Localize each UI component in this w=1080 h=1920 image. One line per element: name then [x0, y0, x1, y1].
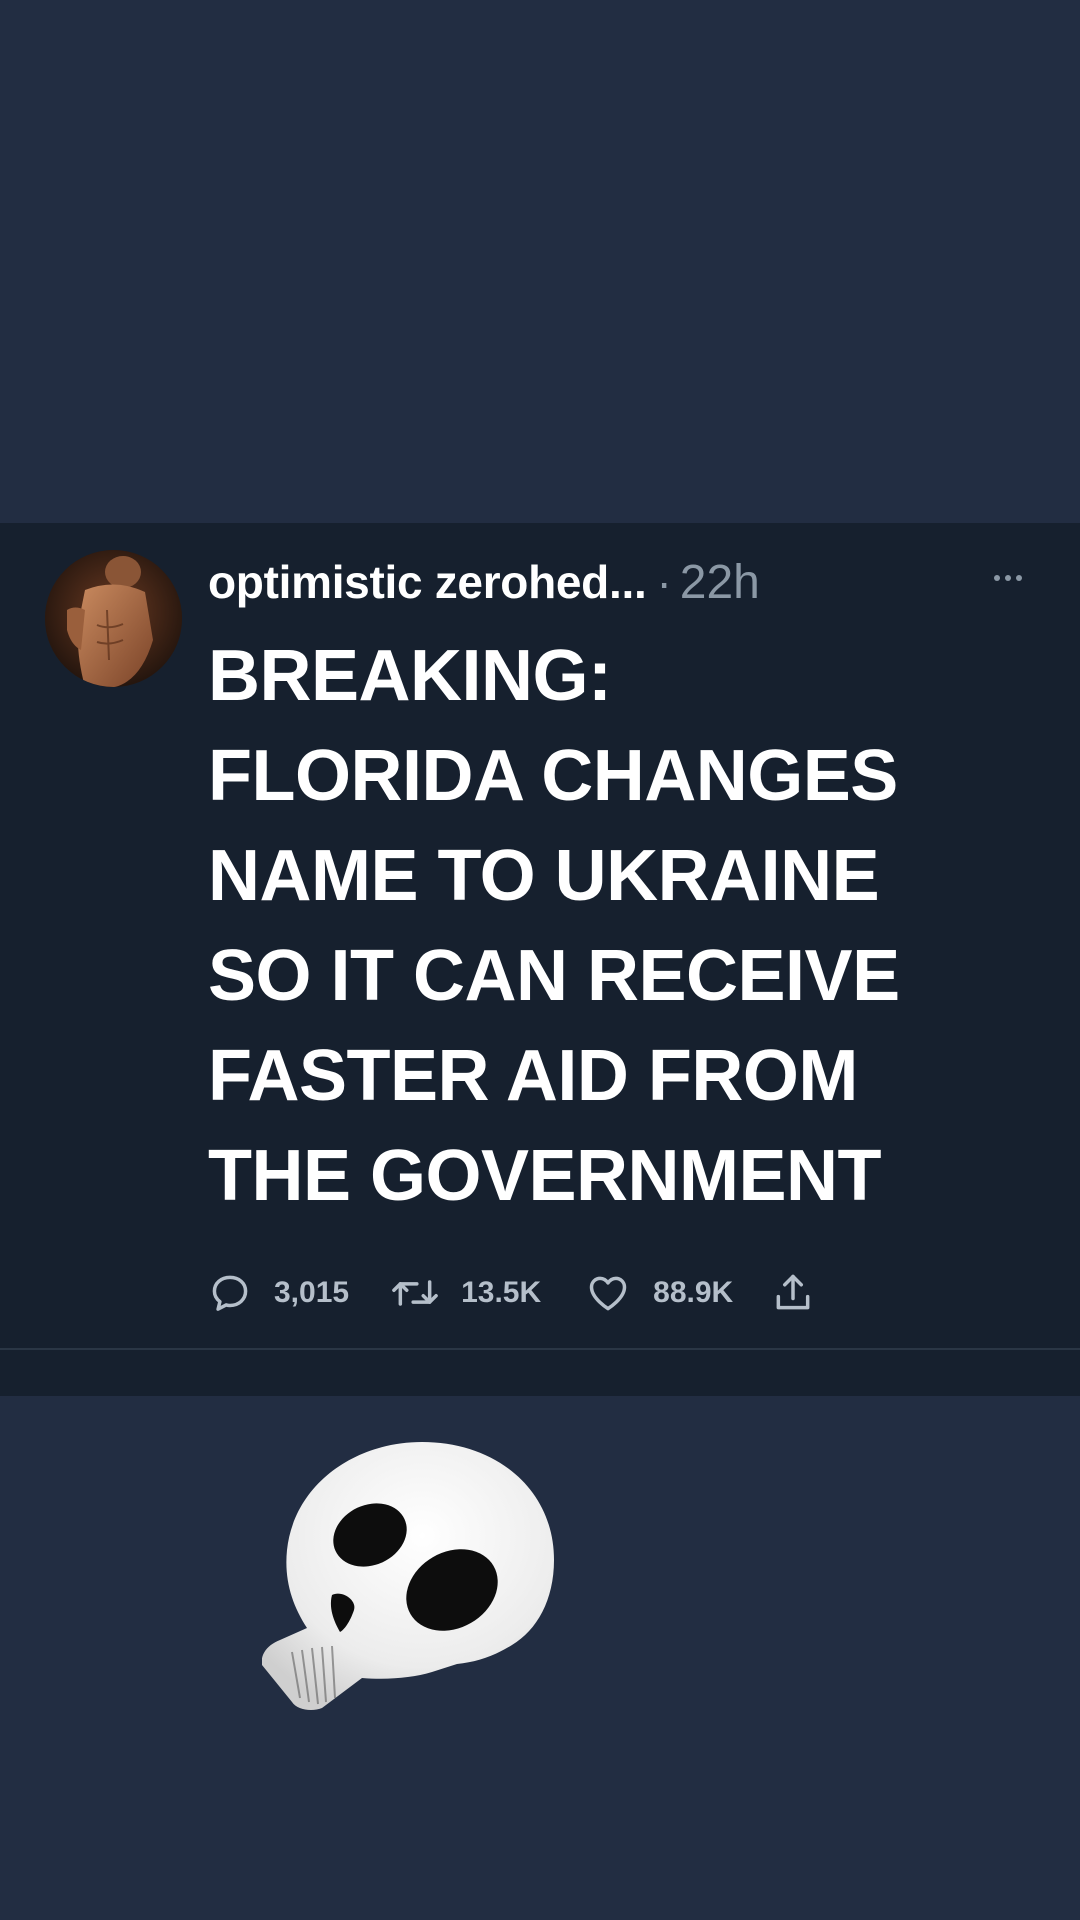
reply-button[interactable]: 3,015 — [208, 1271, 349, 1315]
share-icon — [771, 1271, 815, 1315]
tweet-card[interactable]: optimistic zerohed... · 22h BREAKING: FL… — [0, 523, 1080, 1396]
tweet-actions: 3,015 13.5K 88.9K — [208, 1263, 815, 1323]
timestamp[interactable]: 22h — [680, 555, 760, 610]
more-horizontal-icon[interactable] — [984, 561, 1032, 595]
reply-icon — [208, 1271, 252, 1315]
share-button[interactable] — [771, 1271, 815, 1315]
retweet-icon — [391, 1271, 439, 1315]
skull-emoji-icon — [261, 1440, 562, 1715]
avatar[interactable] — [45, 550, 182, 687]
separator-dot: · — [656, 556, 672, 608]
like-count: 88.9K — [653, 1276, 734, 1309]
tweet-text: BREAKING: FLORIDA CHANGES NAME TO UKRAIN… — [208, 636, 900, 1216]
like-button[interactable]: 88.9K — [585, 1271, 733, 1315]
heart-icon — [585, 1271, 631, 1315]
retweet-count: 13.5K — [461, 1276, 542, 1309]
display-name[interactable]: optimistic zerohed... — [208, 555, 647, 609]
reply-count: 3,015 — [274, 1276, 350, 1309]
divider — [0, 1348, 1080, 1350]
tweet-header: optimistic zerohed... · 22h — [208, 547, 760, 617]
page: optimistic zerohed... · 22h BREAKING: FL… — [0, 0, 1080, 1920]
retweet-button[interactable]: 13.5K — [391, 1271, 541, 1315]
